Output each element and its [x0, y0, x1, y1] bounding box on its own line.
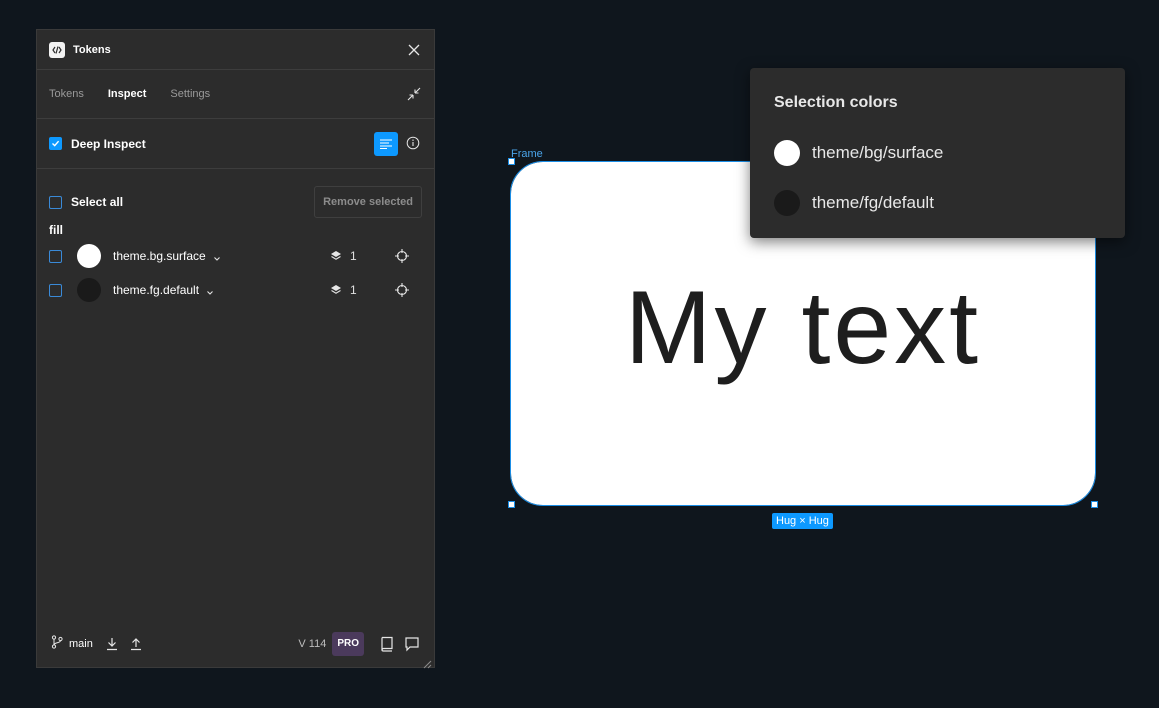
layer-count: 1	[350, 283, 357, 297]
token-color-swatch	[77, 278, 101, 302]
tab-settings[interactable]: Settings	[170, 88, 210, 100]
token-color-swatch	[77, 244, 101, 268]
layers-icon	[331, 251, 341, 260]
crosshair-icon[interactable]	[394, 248, 410, 264]
tab-inspect[interactable]: Inspect	[108, 88, 147, 100]
select-all-row: Select all Remove selected	[37, 185, 434, 219]
chevron-down-icon[interactable]	[212, 251, 222, 261]
panel-title: Tokens	[73, 43, 111, 56]
token-name: theme.fg.default	[113, 283, 200, 297]
resize-handle-icon[interactable]	[423, 656, 432, 669]
info-icon[interactable]	[406, 136, 422, 152]
remove-selected-button[interactable]: Remove selected	[314, 186, 422, 218]
chevron-down-icon[interactable]	[205, 285, 215, 295]
panel-tabs: Tokens Inspect Settings	[37, 70, 434, 119]
feedback-icon[interactable]	[404, 636, 420, 652]
color-swatch	[774, 190, 800, 216]
resize-handle-bottom-left[interactable]	[508, 501, 515, 508]
selection-colors-title: Selection colors	[774, 94, 898, 111]
deep-inspect-label: Deep Inspect	[71, 136, 146, 151]
selection-color-item[interactable]: theme/fg/default	[774, 178, 1101, 228]
selection-color-item[interactable]: theme/bg/surface	[774, 128, 1101, 178]
selection-color-name: theme/fg/default	[812, 193, 934, 212]
minimize-icon[interactable]	[406, 86, 422, 102]
token-row: theme.bg.surface 1	[37, 239, 434, 273]
selection-colors-popover: Selection colors theme/bg/surface theme/…	[750, 68, 1125, 238]
git-branch-icon[interactable]	[51, 634, 63, 654]
book-icon[interactable]	[380, 636, 396, 652]
token-checkbox[interactable]	[49, 283, 62, 297]
size-badge: Hug × Hug	[772, 513, 833, 529]
group-label-fill: fill	[49, 223, 63, 237]
pro-badge[interactable]: PRO	[332, 632, 364, 656]
code-icon	[49, 41, 65, 58]
version-label: V 114	[298, 638, 327, 650]
crosshair-icon[interactable]	[394, 282, 410, 298]
panel-footer: main V 114 PRO	[37, 621, 434, 667]
pull-icon[interactable]	[105, 637, 119, 651]
select-all-checkbox[interactable]	[49, 195, 62, 209]
frame-text[interactable]: My text	[625, 269, 981, 388]
deep-inspect-checkbox[interactable]	[49, 137, 62, 150]
push-icon[interactable]	[129, 637, 143, 651]
layer-count: 1	[350, 249, 357, 263]
select-all-label: Select all	[71, 195, 124, 209]
close-icon[interactable]	[406, 42, 422, 58]
panel-titlebar: Tokens	[37, 30, 434, 70]
layers-icon	[331, 285, 341, 294]
deep-inspect-row: Deep Inspect	[37, 119, 434, 169]
list-icon	[380, 139, 392, 149]
branch-name[interactable]: main	[69, 638, 93, 650]
resize-handle-bottom-right[interactable]	[1091, 501, 1098, 508]
token-row: theme.fg.default 1	[37, 273, 434, 307]
frame-label[interactable]: Frame	[511, 148, 543, 160]
token-checkbox[interactable]	[49, 249, 62, 263]
color-swatch	[774, 140, 800, 166]
token-name: theme.bg.surface	[113, 249, 206, 263]
tab-tokens[interactable]: Tokens	[49, 88, 84, 100]
tokens-plugin-panel: Tokens Tokens Inspect Settings Deep Insp…	[36, 29, 435, 669]
list-view-button[interactable]	[374, 131, 398, 156]
resize-handle-top-left[interactable]	[508, 158, 515, 165]
selection-color-name: theme/bg/surface	[812, 143, 944, 162]
